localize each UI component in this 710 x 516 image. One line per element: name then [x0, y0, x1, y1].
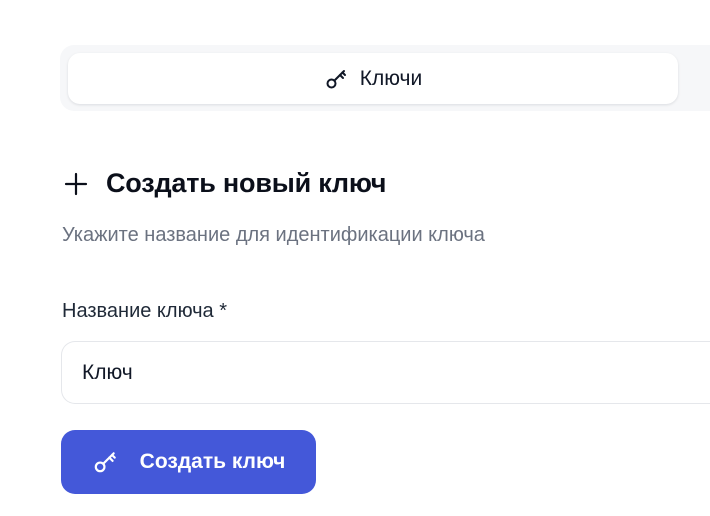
key-name-input[interactable] [62, 342, 710, 403]
plus-icon [62, 170, 90, 198]
page-title: Создать новый ключ [106, 168, 387, 198]
section-title: Создать новый ключ [62, 168, 386, 199]
key-icon [324, 67, 348, 91]
tab-keys-label: Ключи [359, 66, 423, 90]
section-subtitle: Укажите название для идентификации ключа [62, 224, 485, 246]
key-name-label: Название ключа * [62, 300, 228, 322]
key-name-field-wrapper [61, 341, 710, 404]
create-key-button-label: Создать ключ [139, 450, 286, 473]
create-key-button[interactable]: Создать ключ [61, 430, 316, 494]
create-key-page: Ключи Создать новый ключ Укажите названи… [0, 0, 710, 516]
tab-keys[interactable]: Ключи [68, 53, 678, 104]
tabs-bar: Ключи [60, 45, 710, 111]
key-icon [92, 449, 118, 475]
